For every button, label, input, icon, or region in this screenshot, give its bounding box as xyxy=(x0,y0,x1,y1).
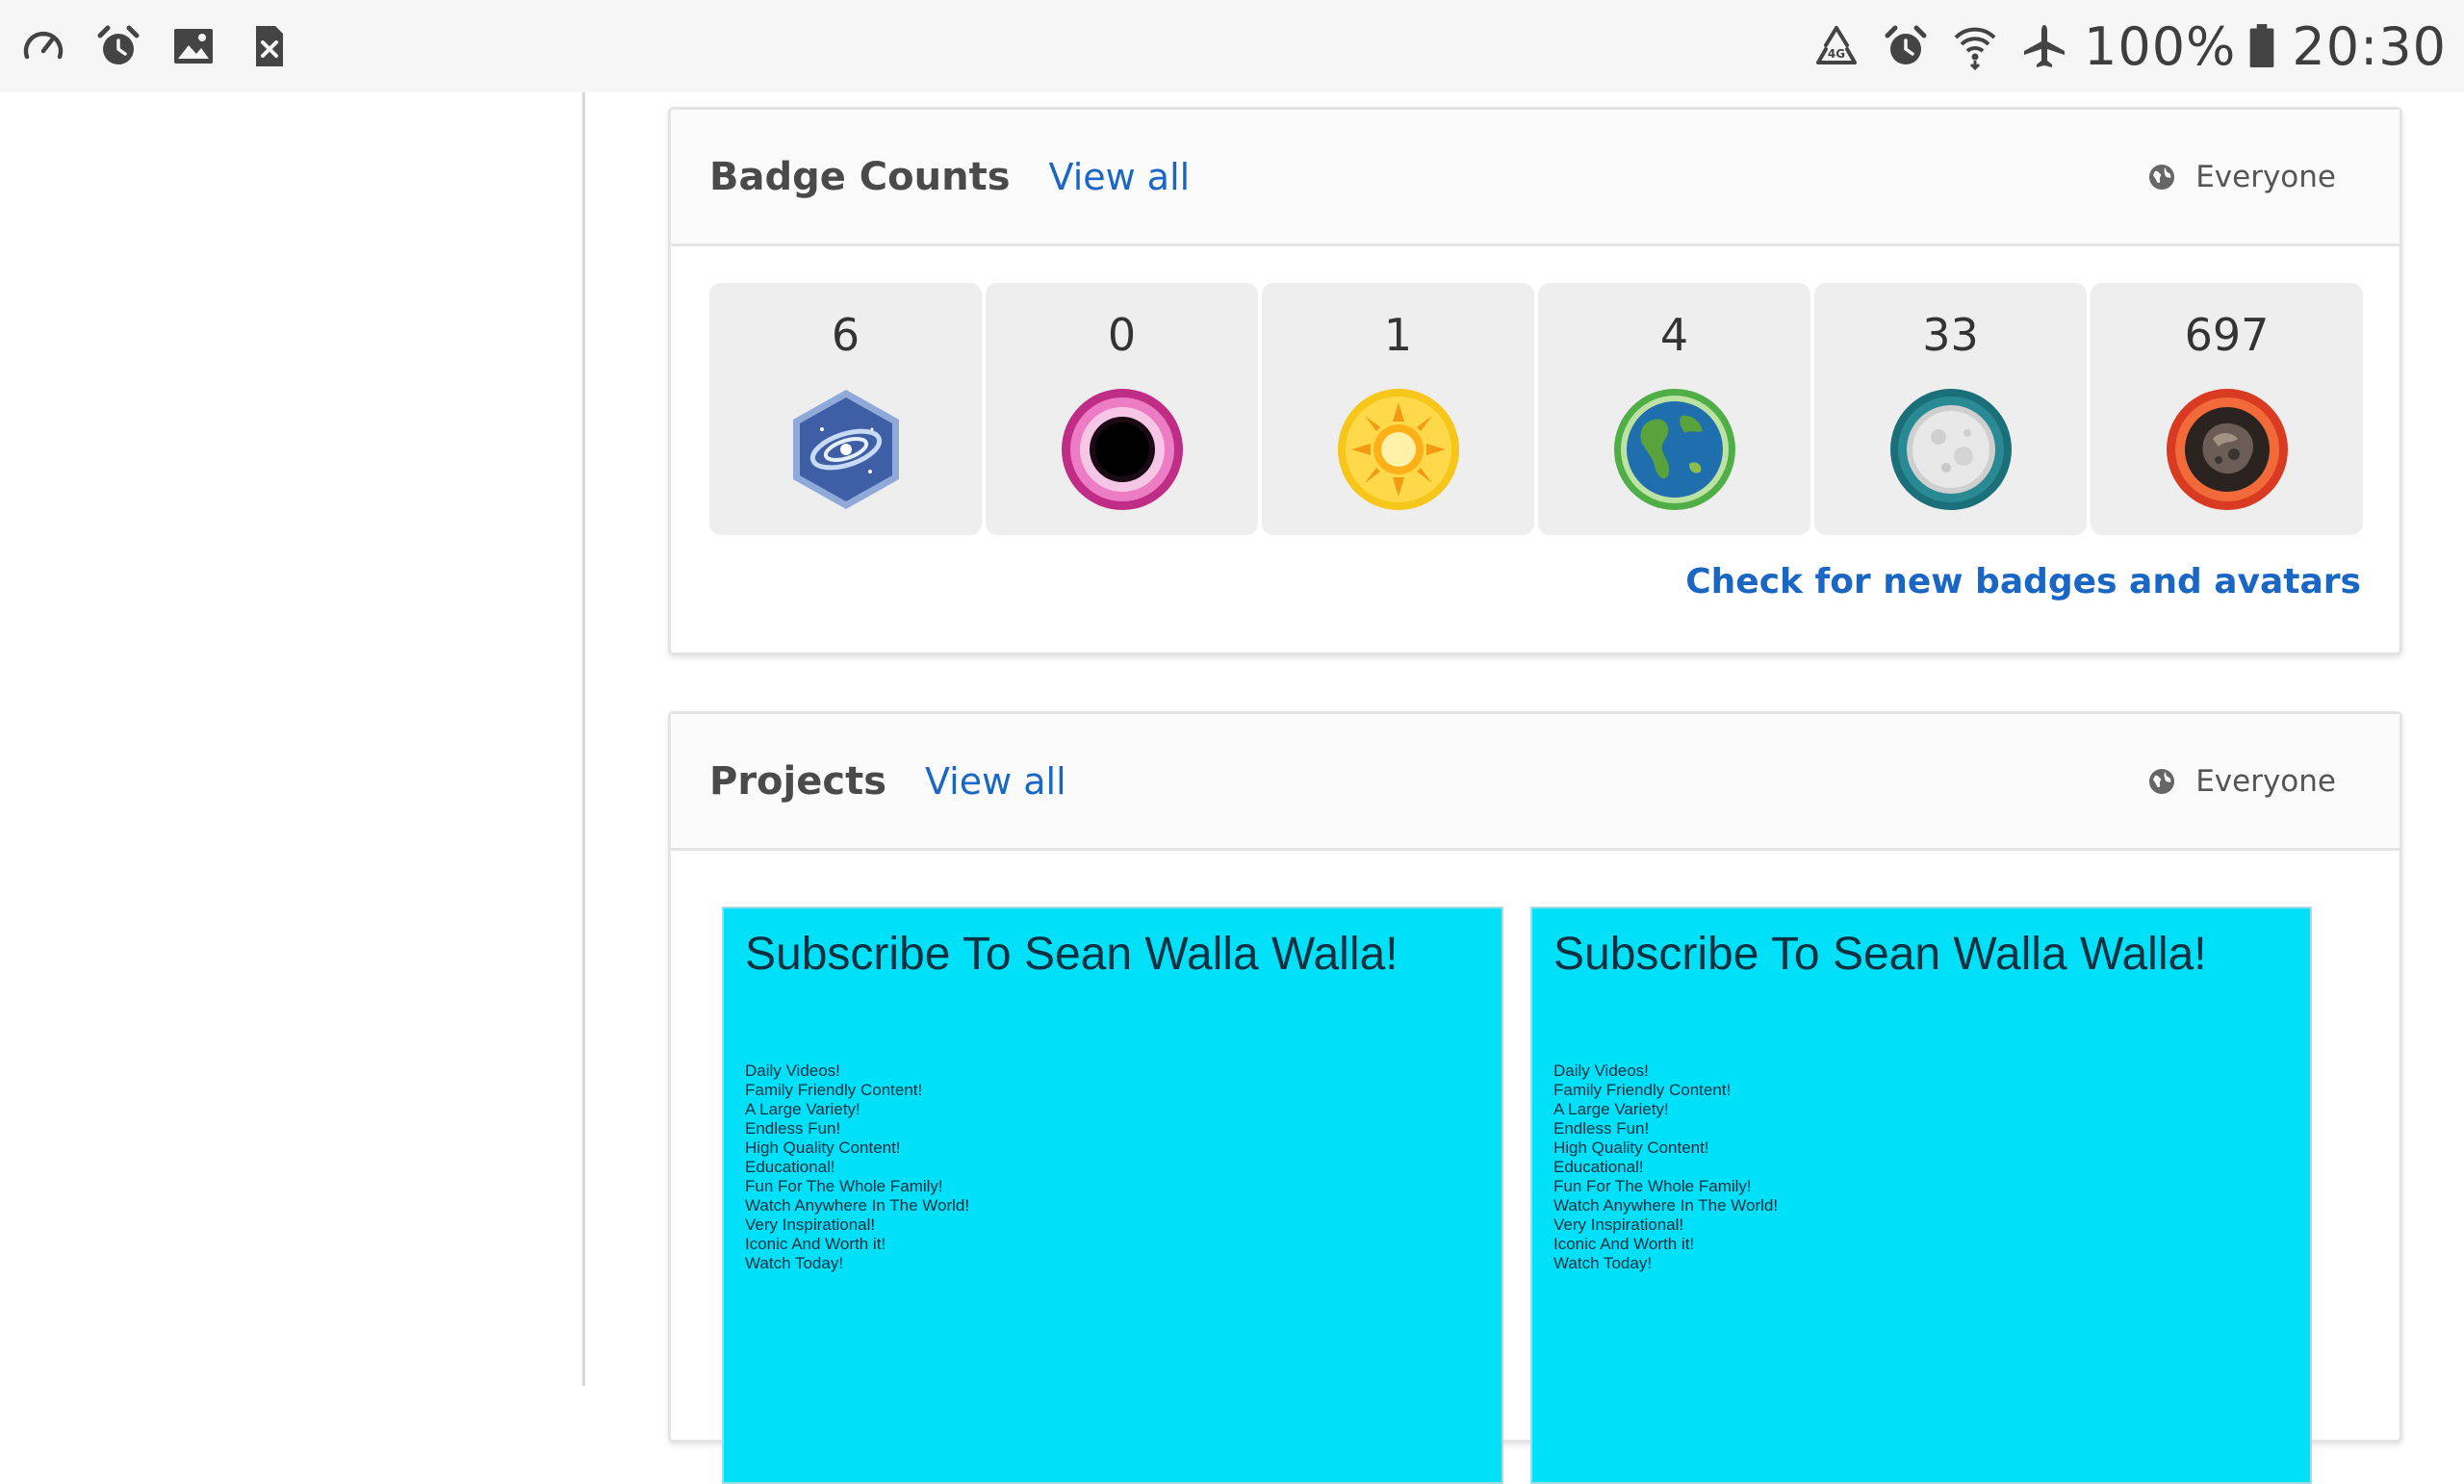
battery-icon xyxy=(2246,20,2278,72)
black-hole-badge-icon xyxy=(1060,387,1185,512)
project-line: Fun For The Whole Family! xyxy=(1553,1177,1752,1195)
projects-card: Projects View all Everyone Subscribe To … xyxy=(668,711,2402,1484)
check-new-badges-link[interactable]: Check for new badges and avatars xyxy=(1685,562,2361,601)
asteroid-badge-icon xyxy=(2165,387,2290,512)
project-line: Iconic And Worth it! xyxy=(745,1235,886,1253)
project-line: Watch Anywhere In The World! xyxy=(1553,1196,1779,1215)
project-title: Subscribe To Sean Walla Walla! xyxy=(1553,929,2207,980)
battery-percent: 100% xyxy=(2083,15,2237,77)
privacy-selector[interactable]: Everyone xyxy=(2147,764,2336,799)
badge-counts-view-all-link[interactable]: View all xyxy=(1049,156,1191,198)
privacy-label: Everyone xyxy=(2195,763,2336,799)
badge-cell-asteroid[interactable]: 697 xyxy=(2091,283,2363,535)
recycle-icon: 4G xyxy=(1810,20,1862,72)
project-line: Family Friendly Content! xyxy=(1553,1081,1732,1099)
project-line: A Large Variety! xyxy=(745,1100,860,1118)
project-line: High Quality Content! xyxy=(745,1139,901,1157)
image-icon xyxy=(167,20,219,72)
badge-cell-sun[interactable]: 1 xyxy=(1262,283,1534,535)
speedometer-icon xyxy=(17,20,69,72)
badge-counts-header: Badge Counts View all Everyone xyxy=(671,110,2400,246)
moon-badge-icon xyxy=(1888,387,2014,512)
wifi-icon xyxy=(1949,20,2001,72)
sun-badge-icon xyxy=(1336,387,1461,512)
badge-counts-title: Badge Counts xyxy=(709,154,1011,199)
project-line: Educational! xyxy=(745,1158,835,1176)
project-line: Educational! xyxy=(1553,1158,1644,1176)
status-bar: 4G 100% 20:30 xyxy=(0,0,2464,92)
badge-counts-card: Badge Counts View all Everyone 6 0 1 4 3… xyxy=(668,107,2402,655)
svg-text:4G: 4G xyxy=(1828,47,1845,61)
earth-badge-icon xyxy=(1612,387,1737,512)
project-line: Iconic And Worth it! xyxy=(1553,1235,1695,1253)
globe-icon xyxy=(2149,164,2175,190)
project-line: Watch Anywhere In The World! xyxy=(745,1196,970,1215)
projects-title: Projects xyxy=(709,758,887,804)
badge-count: 1 xyxy=(1383,309,1413,361)
project-title: Subscribe To Sean Walla Walla! xyxy=(745,929,1399,980)
airplane-icon xyxy=(2018,20,2070,72)
badge-count: 6 xyxy=(831,309,860,361)
alarm-icon xyxy=(1880,20,1932,72)
badge-cell-earth[interactable]: 4 xyxy=(1538,283,1810,535)
projects-view-all-link[interactable]: View all xyxy=(925,760,1066,803)
left-sidebar xyxy=(0,92,584,1386)
galaxy-hexagon-badge-icon xyxy=(783,387,909,512)
badge-count: 0 xyxy=(1107,309,1137,361)
badge-cell-moon[interactable]: 33 xyxy=(1814,283,2087,535)
project-line: Family Friendly Content! xyxy=(745,1081,923,1099)
status-bar-right: 4G 100% 20:30 xyxy=(1793,16,2447,77)
project-thumbnail[interactable]: Subscribe To Sean Walla Walla! Daily Vid… xyxy=(722,907,1503,1484)
projects-header: Projects View all Everyone xyxy=(671,714,2400,851)
badge-cell-black-hole[interactable]: 0 xyxy=(986,283,1258,535)
project-line: Daily Videos! xyxy=(1553,1062,1649,1080)
globe-icon xyxy=(2149,768,2175,794)
project-line: A Large Variety! xyxy=(1553,1100,1669,1118)
badge-cell-galaxy[interactable]: 6 xyxy=(709,283,982,535)
clock-time: 20:30 xyxy=(2292,15,2447,77)
project-line: Very Inspirational! xyxy=(1553,1215,1684,1234)
project-description: Daily Videos! Family Friendly Content! A… xyxy=(1553,1062,2289,1273)
status-bar-left xyxy=(17,20,318,72)
project-thumbnail[interactable]: Subscribe To Sean Walla Walla! Daily Vid… xyxy=(1530,907,2312,1484)
project-line: Very Inspirational! xyxy=(745,1215,876,1234)
project-line: High Quality Content! xyxy=(1553,1139,1709,1157)
privacy-label: Everyone xyxy=(2195,159,2336,194)
project-line: Watch Today! xyxy=(745,1254,844,1272)
alarm-icon xyxy=(92,20,144,72)
sidebar-divider xyxy=(582,92,585,1386)
sim-error-icon xyxy=(243,20,295,72)
project-line: Endless Fun! xyxy=(1553,1119,1650,1138)
project-line: Fun For The Whole Family! xyxy=(745,1177,943,1195)
badge-count: 697 xyxy=(2184,309,2270,361)
privacy-selector[interactable]: Everyone xyxy=(2147,160,2336,194)
project-line: Endless Fun! xyxy=(745,1119,841,1138)
project-line: Daily Videos! xyxy=(745,1062,840,1080)
badge-count: 4 xyxy=(1659,309,1689,361)
badge-row: 6 0 1 4 33 697 xyxy=(709,283,2363,535)
badge-count: 33 xyxy=(1922,309,1979,361)
project-line: Watch Today! xyxy=(1553,1254,1653,1272)
project-description: Daily Videos! Family Friendly Content! A… xyxy=(745,1062,1480,1273)
